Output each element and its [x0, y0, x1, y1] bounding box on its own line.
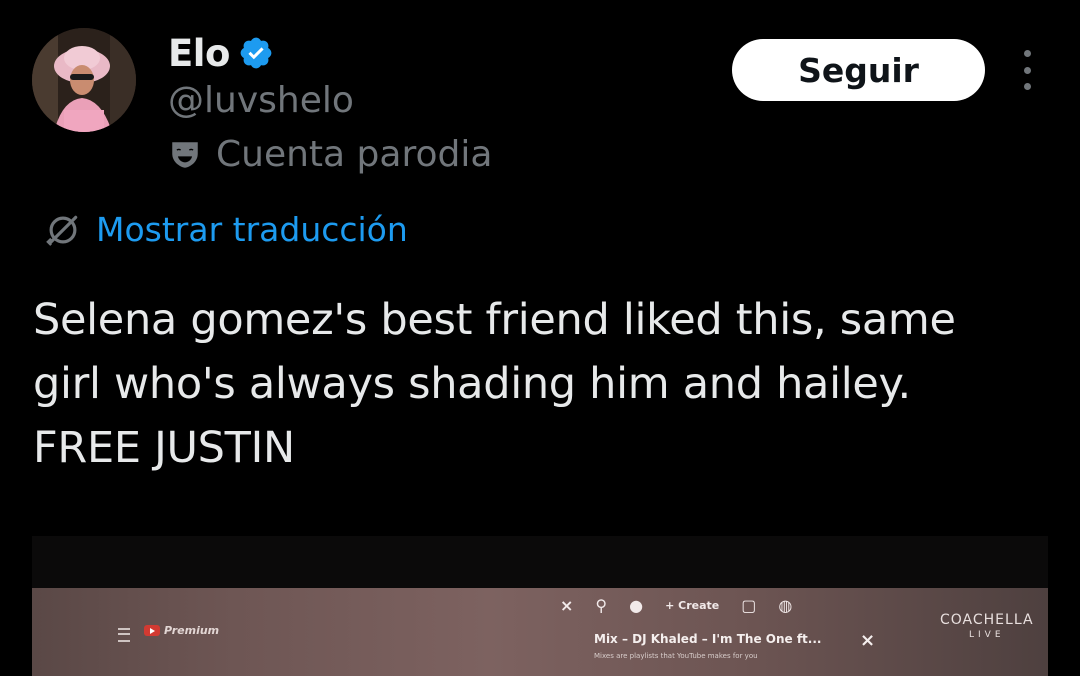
youtube-premium-logo: Premium: [144, 624, 219, 637]
microphone-icon: ●: [629, 596, 644, 615]
author-name[interactable]: Elo: [168, 32, 230, 75]
tweet-text-line: girl who's always shading him and hailey…: [33, 359, 911, 409]
show-translation-link[interactable]: Mostrar traducción: [44, 210, 408, 249]
hamburger-menu-icon: [118, 628, 130, 642]
mix-subtitle: Mixes are playlists that YouTube makes f…: [594, 652, 758, 660]
globe-translate-icon: [46, 215, 78, 246]
create-label: + Create: [665, 599, 720, 612]
parody-label: Cuenta parodia: [216, 134, 493, 175]
tweet-text-line: Selena gomez's best friend liked this, s…: [33, 295, 956, 345]
tweet-media[interactable]: Premium × ⚲ ● + Create ▢ ◍ Mix – DJ Khal…: [32, 536, 1048, 676]
author-name-row[interactable]: Elo: [168, 30, 274, 76]
avatar[interactable]: [32, 28, 136, 132]
media-toolbar: × ⚲ ● + Create ▢ ◍: [560, 596, 792, 615]
account-icon: ◍: [778, 596, 793, 615]
tweet-text-line: FREE JUSTIN: [33, 423, 295, 473]
notification-icon: ▢: [741, 596, 757, 615]
show-translation-label[interactable]: Mostrar traducción: [96, 210, 408, 249]
avatar-photo: [32, 28, 136, 132]
theater-masks-icon: [172, 141, 198, 168]
coachella-watermark: COACHELLA LIVE: [940, 612, 1034, 640]
premium-label: Premium: [164, 624, 220, 637]
search-icon: ⚲: [595, 596, 608, 615]
youtube-play-icon: [144, 625, 160, 636]
more-options-icon[interactable]: [1013, 50, 1041, 90]
tweet-text: Selena gomez's best friend liked this, s…: [33, 288, 1053, 480]
verified-badge-icon: [240, 37, 272, 69]
close-icon: ×: [560, 596, 574, 615]
parody-account-label: Cuenta parodia: [168, 134, 492, 175]
follow-button[interactable]: Seguir: [732, 39, 985, 101]
mix-close-icon: ×: [860, 630, 876, 651]
author-handle[interactable]: @luvshelo: [168, 80, 354, 121]
mix-title: Mix – DJ Khaled – I'm The One ft...: [594, 632, 822, 646]
coachella-title: COACHELLA: [940, 612, 1034, 628]
coachella-live: LIVE: [969, 630, 1005, 640]
